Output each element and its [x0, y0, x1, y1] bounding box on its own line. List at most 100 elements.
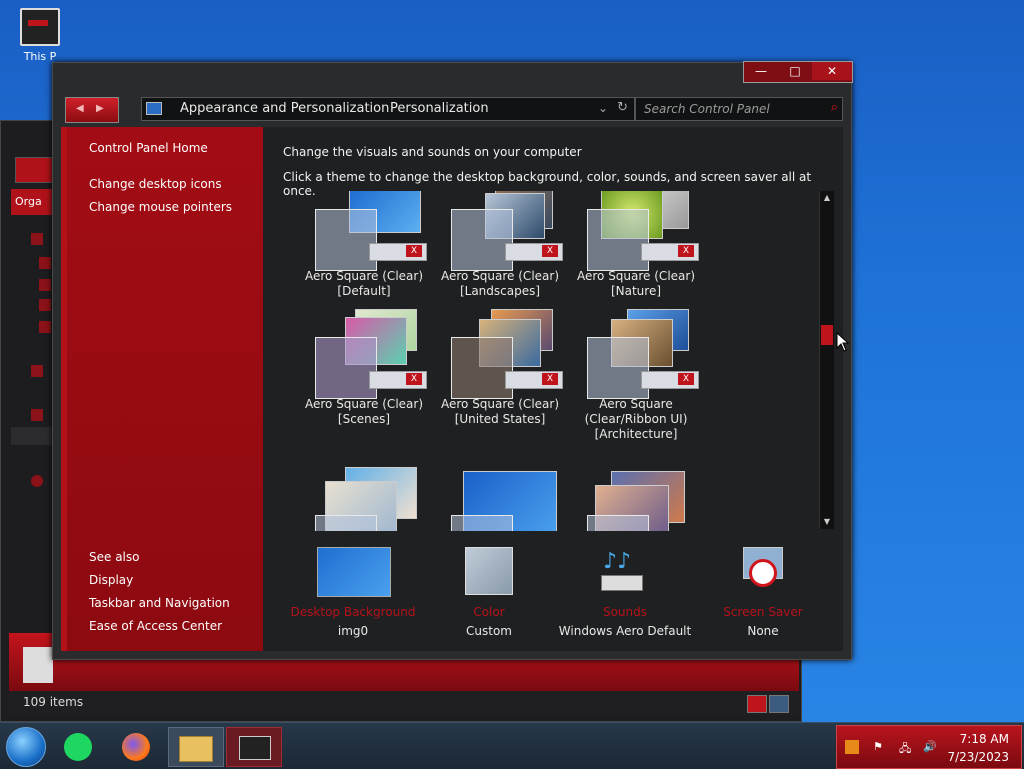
setting-value: None	[747, 624, 779, 638]
theme-thumbnail	[435, 191, 565, 271]
search-input[interactable]	[642, 100, 816, 118]
sidebar-item-icon[interactable]	[39, 321, 51, 333]
theme-item[interactable]: Aero Square (Clear)[Scenes]	[299, 309, 429, 426]
screen-saver-icon	[727, 547, 799, 599]
search-box[interactable]: ⌕	[635, 97, 843, 121]
personalization-window: — □ ✕ ◀ ▶ Appearance and Personalization…	[52, 61, 853, 660]
sidebar-item-icon[interactable]	[39, 279, 51, 291]
themes-list: Aero Square (Clear)[Default] Aero Square…	[283, 191, 835, 531]
search-icon[interactable]: ⌕	[831, 100, 838, 115]
address-bar[interactable]: Appearance and Personalization Personali…	[141, 97, 635, 121]
color-setting[interactable]: Color Custom	[419, 547, 559, 638]
taskbar-app-firefox[interactable]	[112, 727, 166, 765]
scroll-down-icon[interactable]: ▼	[820, 515, 834, 529]
sidebar-item-icon[interactable]	[31, 233, 43, 245]
volume-icon[interactable]: 🔊	[923, 740, 937, 754]
minimize-button[interactable]: —	[744, 62, 778, 80]
control-panel-icon	[239, 736, 271, 760]
theme-item[interactable]: Aero Square (Clear)[United States]	[435, 309, 565, 426]
close-icon	[369, 371, 427, 389]
close-icon	[641, 243, 699, 261]
clock[interactable]: 7:18 AM 7/23/2023	[947, 730, 1009, 766]
back-arrow-icon[interactable]: ◀	[76, 103, 84, 114]
sidebar-item-icon[interactable]	[31, 365, 43, 377]
display-link[interactable]: Display	[89, 573, 133, 587]
refresh-icon[interactable]: ↻	[617, 100, 628, 115]
theme-thumbnail	[299, 191, 429, 271]
sounds-icon: ♪♪	[589, 547, 661, 599]
change-mouse-pointers-link[interactable]: Change mouse pointers	[89, 200, 232, 214]
window-controls: — □ ✕	[743, 61, 853, 83]
theme-item[interactable]	[571, 471, 701, 531]
scroll-up-icon[interactable]: ▲	[820, 191, 834, 205]
theme-thumbnail	[571, 309, 701, 399]
details-view-button[interactable]	[747, 695, 767, 713]
setting-value: img0	[337, 624, 369, 638]
breadcrumb-appearance[interactable]: Appearance and Personalization	[180, 101, 389, 116]
clock-time: 7:18 AM	[959, 732, 1009, 746]
theme-thumbnail	[299, 309, 429, 399]
sidebar-item-icon[interactable]	[31, 475, 43, 487]
theme-item[interactable]: Aero Square (Clear)[Landscapes]	[435, 191, 565, 298]
spotify-icon	[64, 733, 92, 761]
sidebar-item-icon[interactable]	[39, 299, 51, 311]
theme-label: Aero Square (Clear/Ribbon UI) [Architectur…	[584, 397, 688, 441]
theme-item[interactable]	[299, 467, 429, 531]
setting-name[interactable]: Sounds	[555, 605, 695, 619]
close-button[interactable]: ✕	[812, 62, 852, 80]
forward-arrow-icon[interactable]: ▶	[96, 103, 104, 114]
ease-of-access-link[interactable]: Ease of Access Center	[89, 619, 222, 633]
page-title: Change the visuals and sounds on your co…	[283, 145, 582, 159]
theme-thumbnail	[571, 471, 701, 531]
taskbar-app-control-panel[interactable]	[226, 727, 282, 767]
close-icon	[505, 371, 563, 389]
sidebar-item-icon[interactable]	[39, 257, 51, 269]
start-button[interactable]	[6, 727, 46, 767]
setting-name[interactable]: Desktop Background	[283, 605, 423, 619]
sidebar-item-icon[interactable]	[31, 409, 43, 421]
theme-thumbnail	[435, 309, 565, 399]
large-icons-view-button[interactable]	[769, 695, 789, 713]
clock-date: 7/23/2023	[947, 750, 1009, 764]
theme-thumbnail	[435, 471, 565, 531]
maximize-button[interactable]: □	[778, 62, 812, 80]
background-back-button[interactable]	[15, 157, 53, 183]
network-icon[interactable]: 🖧	[899, 740, 913, 755]
navigation-buttons: ◀ ▶	[65, 97, 119, 123]
sidebar-selected-item[interactable]	[11, 427, 55, 445]
theme-item[interactable]: Aero Square(Clear/Ribbon UI)[Architectur…	[571, 309, 701, 441]
taskbar: ⚑ 🖧 🔊 7:18 AM 7/23/2023	[0, 722, 1024, 769]
screen-saver-setting[interactable]: Screen Saver None	[693, 547, 833, 638]
close-icon	[505, 243, 563, 261]
task-pane: Control Panel Home Change desktop icons …	[61, 127, 269, 651]
setting-value: Windows Aero Default	[558, 624, 692, 638]
item-count: 109 items	[23, 695, 84, 709]
folder-thumbnail	[23, 647, 53, 683]
change-desktop-icons-link[interactable]: Change desktop icons	[89, 177, 222, 191]
sounds-setting[interactable]: ♪♪ Sounds Windows Aero Default	[555, 547, 695, 638]
control-panel-icon	[146, 102, 162, 115]
breadcrumb-personalization[interactable]: Personalization	[390, 101, 489, 116]
desktop-background-setting[interactable]: Desktop Background img0	[283, 547, 423, 638]
setting-name[interactable]: Screen Saver	[693, 605, 833, 619]
setting-name[interactable]: Color	[419, 605, 559, 619]
theme-item[interactable]: Aero Square (Clear)[Nature]	[571, 191, 701, 298]
this-pc-desktop-icon[interactable]: This P	[14, 8, 66, 63]
firefox-icon	[122, 733, 150, 761]
themes-scrollbar[interactable]: ▲ ▼	[819, 191, 834, 529]
theme-item[interactable]: Aero Square (Clear)[Default]	[299, 191, 429, 298]
control-panel-home-link[interactable]: Control Panel Home	[89, 141, 208, 155]
theme-item[interactable]	[435, 471, 565, 531]
taskbar-app-explorer[interactable]	[168, 727, 224, 767]
chevron-down-icon[interactable]: ⌄	[598, 101, 608, 115]
tray-app-icon[interactable]	[845, 740, 859, 754]
background-organize-button[interactable]: Orga	[11, 189, 55, 215]
theme-label: Aero Square (Clear) [United States]	[440, 397, 559, 426]
flag-icon[interactable]: ⚑	[873, 740, 887, 754]
address-row: ◀ ▶ Appearance and Personalization Perso…	[53, 93, 851, 127]
scroll-thumb[interactable]	[821, 325, 833, 345]
taskbar-app-spotify[interactable]	[56, 727, 110, 765]
theme-thumbnail	[299, 467, 429, 531]
taskbar-navigation-link[interactable]: Taskbar and Navigation	[89, 596, 230, 610]
mouse-cursor-icon	[836, 331, 850, 355]
